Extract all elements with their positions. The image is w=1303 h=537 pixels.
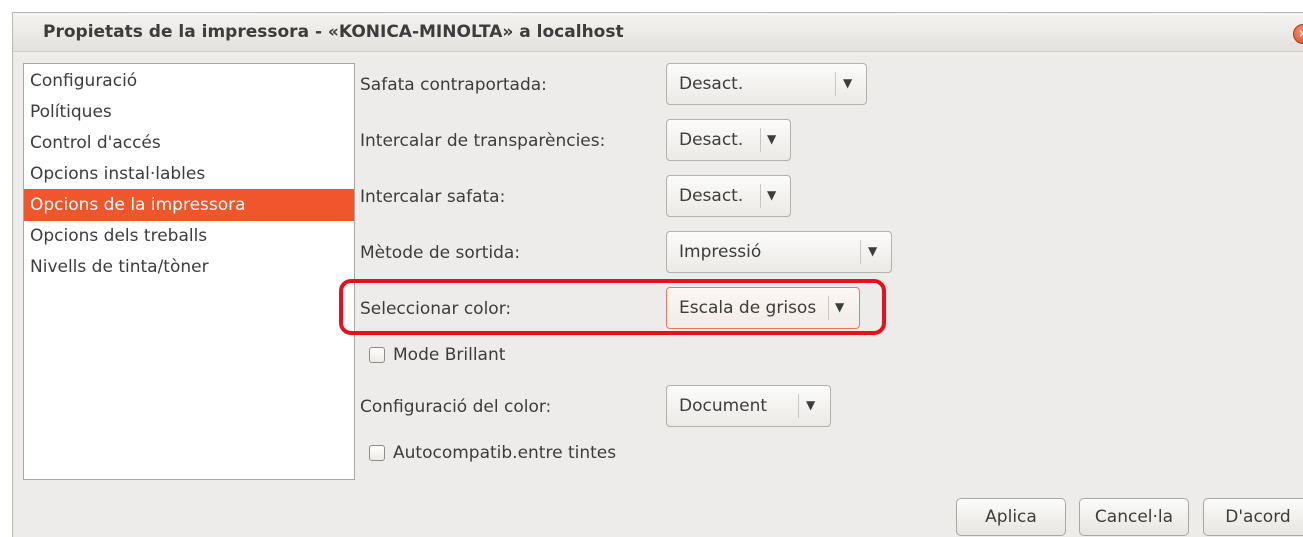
intercalar-transparencies-combo[interactable]: Desact. ▼	[666, 119, 791, 161]
sidebar-item-nivells-tinta[interactable]: Nivells de tinta/tòner	[24, 251, 354, 283]
configuracio-color-label: Configuració del color:	[360, 397, 552, 417]
printer-properties-dialog: Propietats de la impressora - «KONICA-MI…	[12, 12, 1303, 537]
autocompatib-checkbox[interactable]	[369, 445, 385, 461]
sidebar-item-politiques[interactable]: Polítiques	[24, 96, 354, 128]
autocompatib-row[interactable]: Autocompatib.entre tintes	[369, 443, 616, 463]
sidebar-list: Configuració Polítiques Control d'accés …	[23, 63, 355, 480]
close-icon[interactable]: ×	[1293, 24, 1303, 44]
combo-separator	[835, 72, 836, 96]
combo-separator	[860, 240, 861, 264]
sidebar-item-opcions-installables[interactable]: Opcions instal·lables	[24, 158, 354, 190]
intercalar-safata-value: Desact.	[679, 186, 744, 206]
title-bar: Propietats de la impressora - «KONICA-MI…	[13, 13, 1303, 52]
sidebar-item-control-acces[interactable]: Control d'accés	[24, 127, 354, 159]
chevron-down-icon: ▼	[767, 188, 777, 202]
safata-contraportada-combo[interactable]: Desact. ▼	[666, 63, 867, 105]
combo-separator	[798, 394, 799, 418]
safata-contraportada-value: Desact.	[679, 74, 744, 94]
metode-sortida-label: Mètode de sortida:	[360, 243, 521, 263]
ok-button[interactable]: D'acord	[1203, 498, 1303, 536]
combo-separator	[760, 184, 761, 208]
combo-separator	[760, 128, 761, 152]
configuracio-color-combo[interactable]: Document ▼	[666, 385, 831, 427]
configuracio-color-value: Document	[679, 396, 768, 416]
combo-separator	[828, 296, 829, 320]
intercalar-transparencies-label: Intercalar de transparències:	[360, 131, 606, 151]
chevron-down-icon: ▼	[767, 132, 777, 146]
seleccionar-color-value: Escala de grisos	[679, 298, 817, 318]
intercalar-safata-label: Intercalar safata:	[360, 187, 506, 207]
safata-contraportada-label: Safata contraportada:	[360, 75, 547, 95]
metode-sortida-value: Impressió	[679, 242, 762, 262]
mode-brillant-checkbox[interactable]	[369, 347, 385, 363]
seleccionar-color-label: Seleccionar color:	[360, 299, 512, 319]
apply-button[interactable]: Aplica	[956, 498, 1066, 536]
sidebar-item-opcions-treballs[interactable]: Opcions dels treballs	[24, 220, 354, 252]
chevron-down-icon: ▼	[868, 244, 878, 258]
mode-brillant-row[interactable]: Mode Brillant	[369, 345, 505, 365]
chevron-down-icon: ▼	[806, 398, 816, 412]
intercalar-safata-combo[interactable]: Desact. ▼	[666, 175, 791, 217]
chevron-down-icon: ▼	[835, 300, 845, 314]
autocompatib-label: Autocompatib.entre tintes	[393, 443, 617, 463]
window-title: Propietats de la impressora - «KONICA-MI…	[43, 22, 624, 42]
seleccionar-color-combo[interactable]: Escala de grisos ▼	[666, 287, 860, 329]
cancel-button[interactable]: Cancel·la	[1079, 498, 1189, 536]
intercalar-transparencies-value: Desact.	[679, 130, 744, 150]
sidebar-item-opcions-impressora[interactable]: Opcions de la impressora	[24, 189, 354, 221]
chevron-down-icon: ▼	[843, 76, 853, 90]
metode-sortida-combo[interactable]: Impressió ▼	[666, 231, 892, 273]
mode-brillant-label: Mode Brillant	[393, 345, 506, 365]
sidebar-item-configuracio[interactable]: Configuració	[24, 65, 354, 97]
